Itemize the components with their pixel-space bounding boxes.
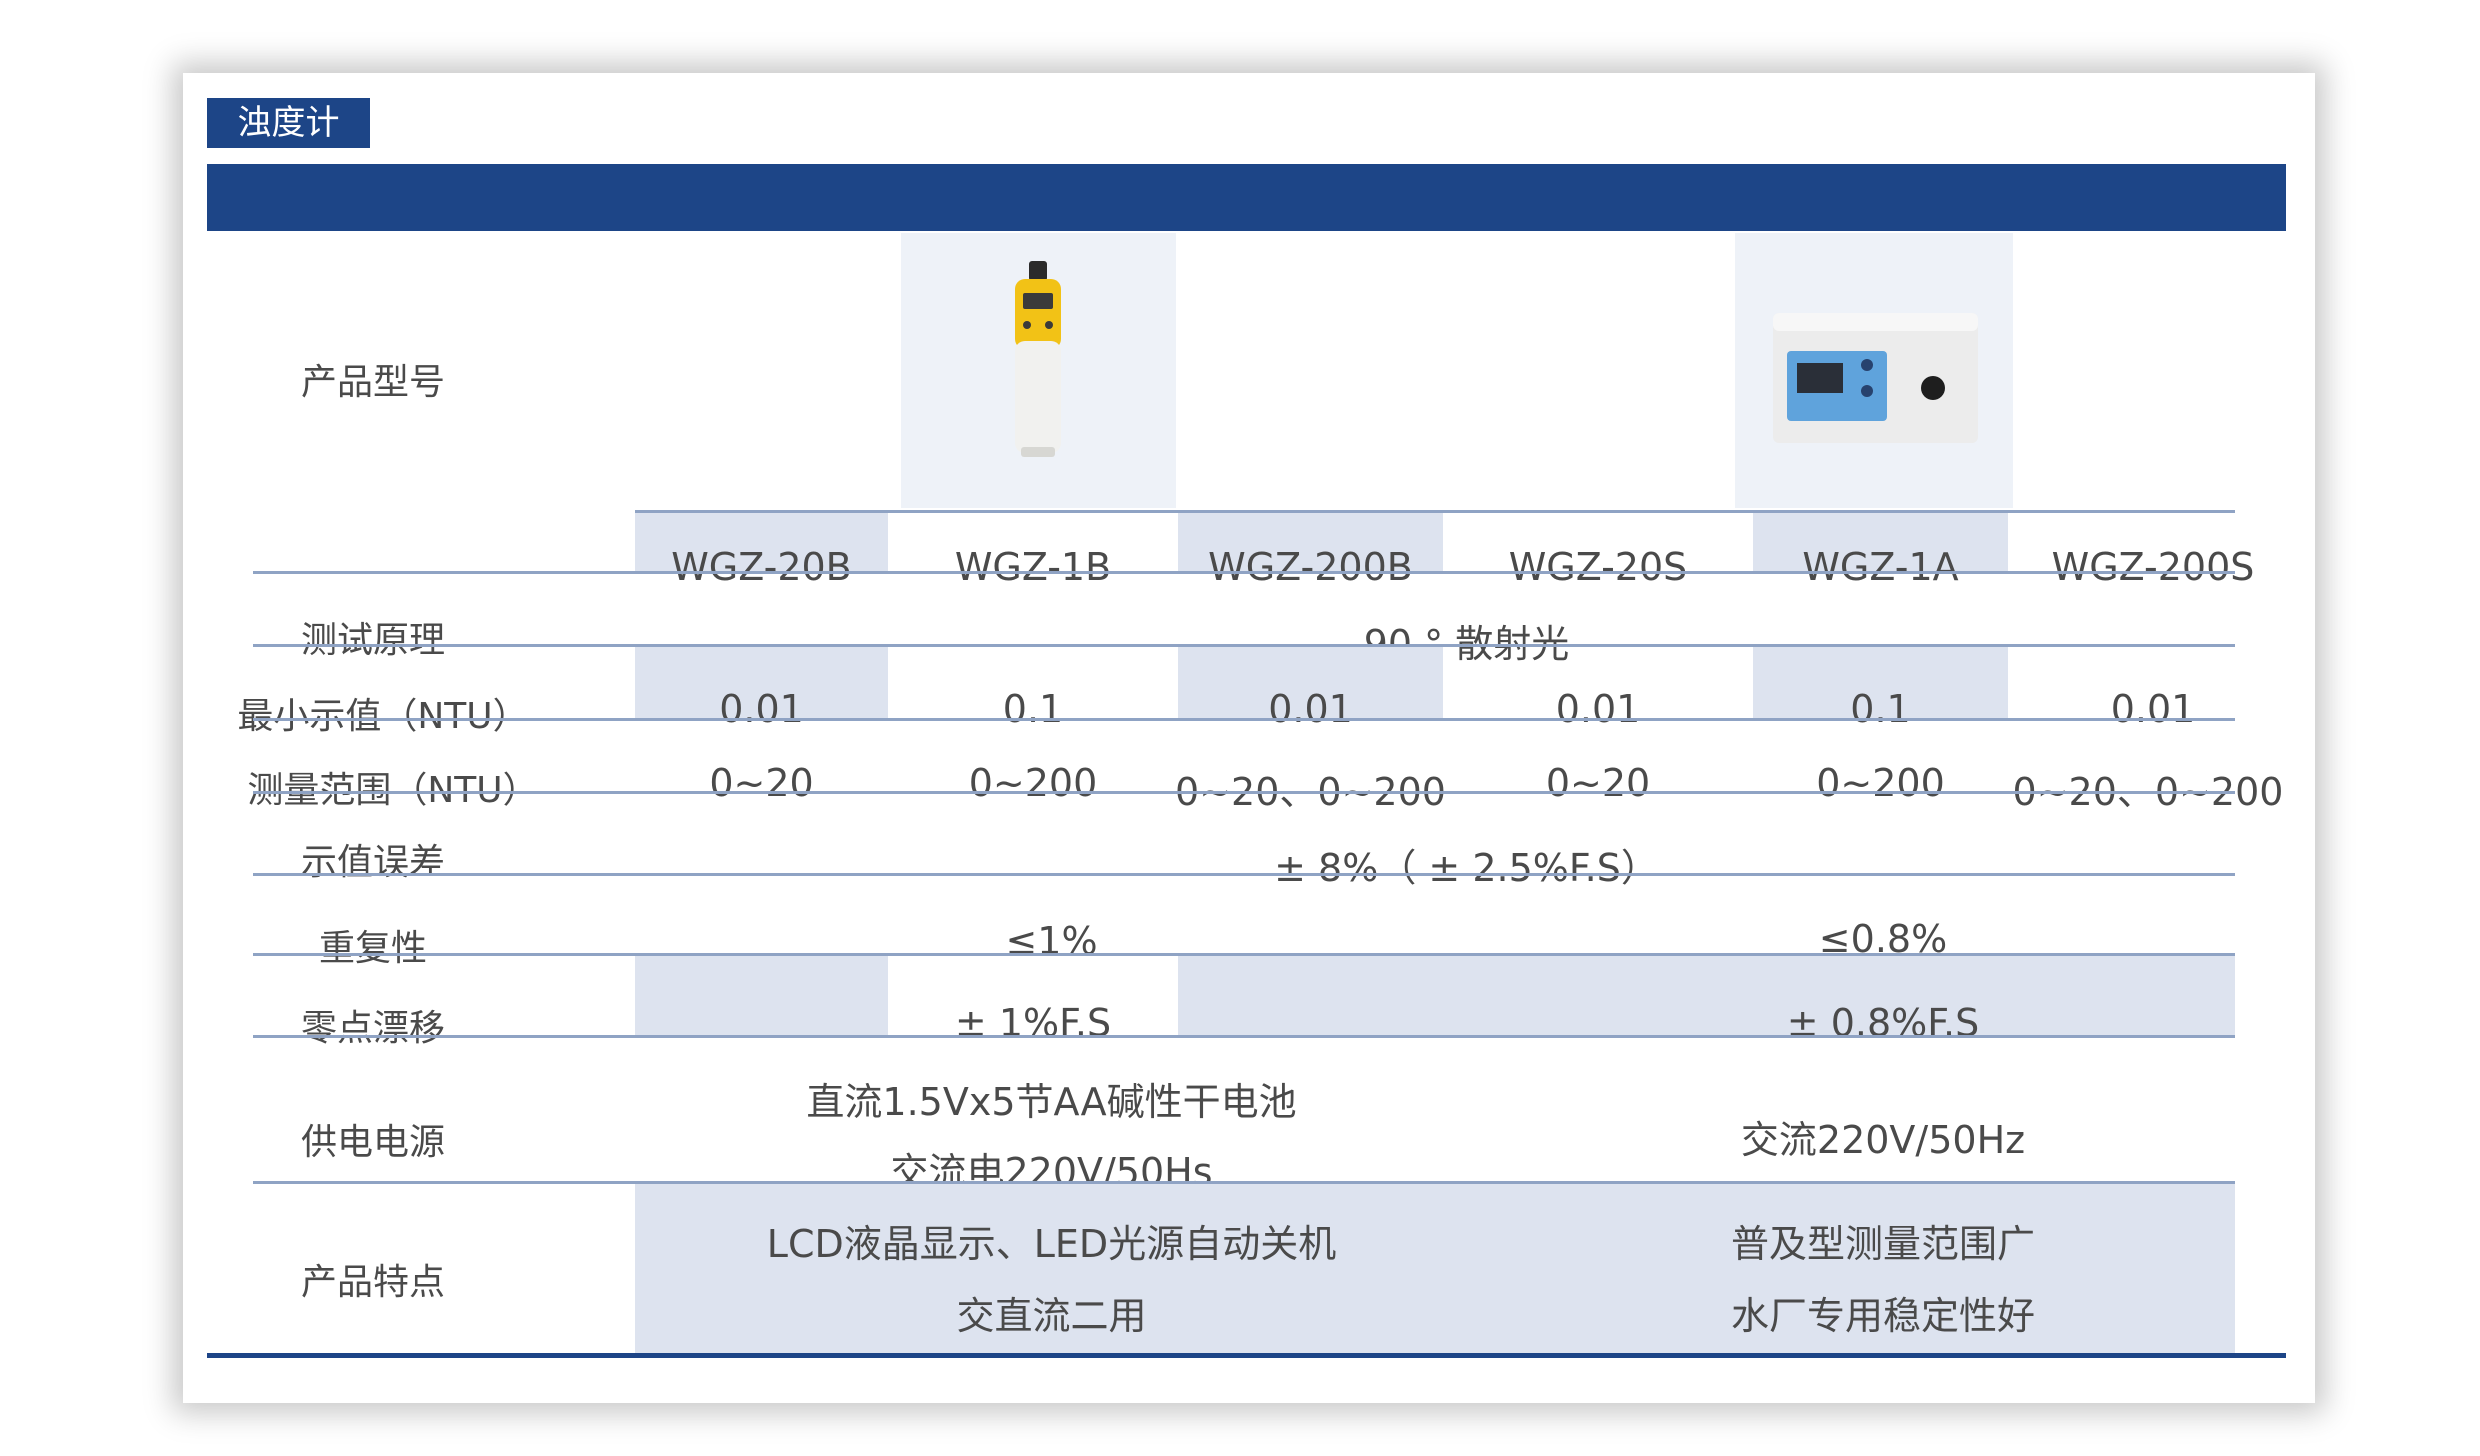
- zero-drift-left: ± 1%F.S: [954, 1001, 1112, 1045]
- min-value-label: 最小示值（NTU）: [237, 696, 529, 737]
- table-bottom-rule: [207, 1353, 2286, 1358]
- features-right-line1: 普及型测量范围广: [1730, 1222, 2035, 1266]
- error-label: 示值误差: [300, 842, 445, 883]
- repeatability-label: 重复性: [318, 928, 427, 969]
- features-label: 产品特点: [300, 1262, 445, 1303]
- model-name: WGZ-200B: [1208, 545, 1413, 589]
- range-cell: 0~20、0~200: [1175, 770, 1446, 814]
- model-name: WGZ-20S: [1508, 545, 1688, 589]
- row-rule: [253, 571, 2235, 574]
- model-name: WGZ-1A: [1802, 545, 1959, 589]
- features-left-line1: LCD液晶显示、LED光源自动关机: [766, 1222, 1337, 1266]
- min-value-cell: 0.01: [719, 687, 804, 731]
- power-right: 交流220V/50Hz: [1740, 1118, 2026, 1162]
- zero-drift-label: 零点漂移: [300, 1008, 445, 1049]
- power-left-line1: 直流1.5Vx5节AA碱性干电池: [806, 1080, 1297, 1124]
- range-label: 测量范围（NTU）: [247, 770, 539, 811]
- model-label: 产品型号: [300, 362, 445, 403]
- handheld-turbidimeter-image: [1015, 261, 1061, 457]
- model-name: WGZ-1B: [954, 545, 1112, 589]
- zero-drift-right: ± 0.8%F.S: [1786, 1001, 1980, 1045]
- row-rule: [253, 873, 2235, 876]
- model-name: WGZ-20B: [671, 545, 852, 589]
- features-left-line2: 交直流二用: [956, 1294, 1147, 1338]
- range-cell: 0~20、0~200: [2012, 770, 2284, 814]
- power-label: 供电电源: [300, 1122, 445, 1163]
- features-right-line2: 水厂专用稳定性好: [1730, 1294, 2035, 1338]
- range-cell: 0~200: [968, 761, 1098, 805]
- header-band: [207, 164, 2286, 231]
- min-value-cell: 0.01: [1268, 687, 1353, 731]
- min-value-cell: 0.01: [1555, 687, 1641, 731]
- row-rule: [253, 718, 2235, 721]
- min-value-cell: 0.1: [1002, 687, 1064, 731]
- min-value-cell: 0.01: [2110, 687, 2196, 731]
- range-cell: 0~20: [709, 761, 814, 805]
- principle-label: 测试原理: [300, 620, 445, 661]
- model-name: WGZ-200S: [2051, 545, 2255, 589]
- product-card: 浊度计 产品型号 WGZ-20B WGZ-1B WGZ-200B WGZ-20S…: [183, 73, 2315, 1403]
- range-cell: 0~200: [1816, 761, 1945, 805]
- row-rule: [253, 791, 2235, 794]
- benchtop-turbidimeter-image: [1773, 313, 1978, 443]
- error-value: ± 8%（ ± 2.5%F.S）: [1274, 846, 1659, 890]
- min-value-cell: 0.1: [1850, 687, 1911, 731]
- section-title: 浊度计: [207, 98, 370, 148]
- row-rule: [253, 1035, 2235, 1038]
- range-cell: 0~20: [1545, 761, 1651, 805]
- zero-drift-shade-1: [635, 956, 888, 1036]
